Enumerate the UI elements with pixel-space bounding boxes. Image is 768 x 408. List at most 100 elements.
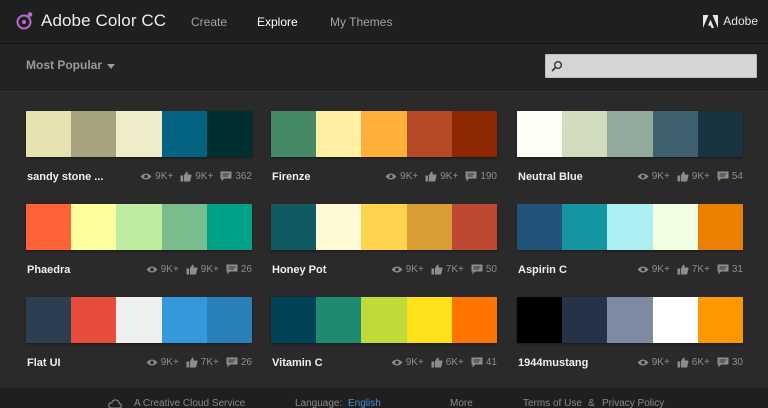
more-link[interactable]: More [450, 398, 473, 408]
theme-stats: 9K+ 7K+ 50 [384, 264, 497, 275]
filter-bar: Most Popular [0, 44, 768, 90]
adobe-brand-link[interactable]: Adobe [703, 14, 758, 28]
likes-stat[interactable]: 7K+ [186, 357, 219, 368]
theme-card: Phaedra 9K+ 9K+ 26 [26, 204, 253, 276]
comments-count: 26 [240, 264, 252, 275]
color-swatch [71, 111, 117, 157]
views-count: 9K+ [400, 171, 419, 182]
theme-name[interactable]: Firenze [272, 171, 311, 183]
likes-stat[interactable]: 6K+ [431, 357, 464, 368]
likes-stat[interactable]: 6K+ [677, 357, 710, 368]
eye-icon [391, 359, 403, 366]
color-swatch [116, 111, 162, 157]
theme-swatches[interactable] [271, 297, 498, 343]
color-swatch [652, 297, 698, 343]
thumbs-up-icon [677, 171, 689, 182]
comments-stat[interactable]: 50 [471, 264, 497, 275]
color-swatch [161, 297, 207, 343]
theme-swatches[interactable] [517, 297, 744, 343]
likes-stat[interactable]: 9K+ [186, 264, 219, 275]
color-swatch [116, 204, 162, 250]
color-swatch [562, 297, 608, 343]
views-stat: 9K+ [146, 357, 179, 368]
comments-stat[interactable]: 41 [471, 357, 497, 368]
theme-swatches[interactable] [271, 111, 498, 157]
language-label: Language: [295, 398, 343, 408]
nav-my-themes[interactable]: My Themes [330, 15, 392, 29]
color-swatch [607, 204, 653, 250]
sort-dropdown-label: Most Popular [26, 58, 103, 72]
views-count: 9K+ [651, 357, 670, 368]
nav-explore[interactable]: Explore [257, 15, 298, 29]
comments-stat[interactable]: 30 [717, 357, 743, 368]
comments-stat[interactable]: 190 [465, 171, 497, 182]
color-swatch [652, 204, 698, 250]
theme-swatches[interactable] [517, 204, 744, 250]
eye-icon [146, 266, 158, 273]
comments-stat[interactable]: 26 [226, 264, 252, 275]
views-stat: 9K+ [637, 357, 670, 368]
theme-card: Vitamin C 9K+ 6K+ 41 [271, 297, 498, 369]
likes-stat[interactable]: 9K+ [425, 171, 458, 182]
thumbs-up-icon [180, 171, 192, 182]
color-swatch [71, 297, 117, 343]
comment-icon [717, 264, 729, 275]
comments-count: 54 [731, 171, 743, 182]
theme-card: 1944mustang 9K+ 6K+ 30 [517, 297, 744, 369]
sort-dropdown[interactable]: Most Popular [26, 58, 116, 72]
comments-count: 30 [731, 357, 743, 368]
color-swatch [271, 111, 317, 157]
theme-name[interactable]: Aspirin C [518, 264, 567, 276]
color-swatch [316, 204, 362, 250]
theme-name[interactable]: Neutral Blue [518, 171, 583, 183]
color-swatch [562, 111, 608, 157]
comment-icon [717, 357, 729, 368]
eye-icon [391, 266, 403, 273]
theme-name[interactable]: sandy stone ... [27, 171, 103, 183]
privacy-policy-link[interactable]: Privacy Policy [602, 398, 664, 408]
theme-swatches[interactable] [26, 111, 253, 157]
theme-swatches[interactable] [26, 204, 253, 250]
comment-icon [226, 357, 238, 368]
adobe-logo-icon [703, 14, 719, 28]
color-swatch [71, 204, 117, 250]
color-swatch [361, 111, 407, 157]
comments-count: 190 [480, 171, 497, 182]
nav-create[interactable]: Create [191, 15, 227, 29]
color-swatch [206, 297, 253, 343]
theme-stats: 9K+ 9K+ 54 [630, 171, 743, 182]
search-input[interactable] [545, 54, 757, 78]
theme-swatches[interactable] [517, 111, 744, 157]
eye-icon [146, 359, 158, 366]
comments-stat[interactable]: 54 [717, 171, 743, 182]
theme-name[interactable]: Honey Pot [272, 264, 326, 276]
language-selector[interactable]: English [348, 398, 381, 408]
likes-stat[interactable]: 7K+ [431, 264, 464, 275]
thumbs-up-icon [186, 264, 198, 275]
views-stat: 9K+ [140, 171, 173, 182]
theme-name[interactable]: Flat UI [27, 357, 61, 369]
color-wheel-icon [16, 12, 33, 30]
likes-count: 6K+ [445, 357, 464, 368]
comment-icon [220, 171, 232, 182]
color-swatch [517, 297, 563, 343]
creative-cloud-service-link[interactable]: A Creative Cloud Service [134, 398, 245, 408]
color-swatch [607, 297, 653, 343]
terms-of-use-link[interactable]: Terms of Use [523, 398, 582, 408]
theme-stats: 9K+ 9K+ 362 [133, 171, 252, 182]
theme-name[interactable]: Vitamin C [272, 357, 323, 369]
likes-stat[interactable]: 9K+ [677, 171, 710, 182]
footer: A Creative Cloud Service Language: Engli… [0, 388, 768, 408]
theme-swatches[interactable] [271, 204, 498, 250]
likes-stat[interactable]: 9K+ [180, 171, 213, 182]
comments-stat[interactable]: 31 [717, 264, 743, 275]
comments-count: 31 [731, 264, 743, 275]
theme-card: sandy stone ... 9K+ 9K+ 362 [26, 111, 253, 183]
likes-stat[interactable]: 7K+ [677, 264, 710, 275]
theme-name[interactable]: Phaedra [27, 264, 70, 276]
theme-swatches[interactable] [26, 297, 253, 343]
theme-name[interactable]: 1944mustang [518, 357, 588, 369]
comments-stat[interactable]: 26 [226, 357, 252, 368]
app-logo[interactable]: Adobe Color CC [14, 11, 166, 31]
comments-stat[interactable]: 362 [220, 171, 252, 182]
